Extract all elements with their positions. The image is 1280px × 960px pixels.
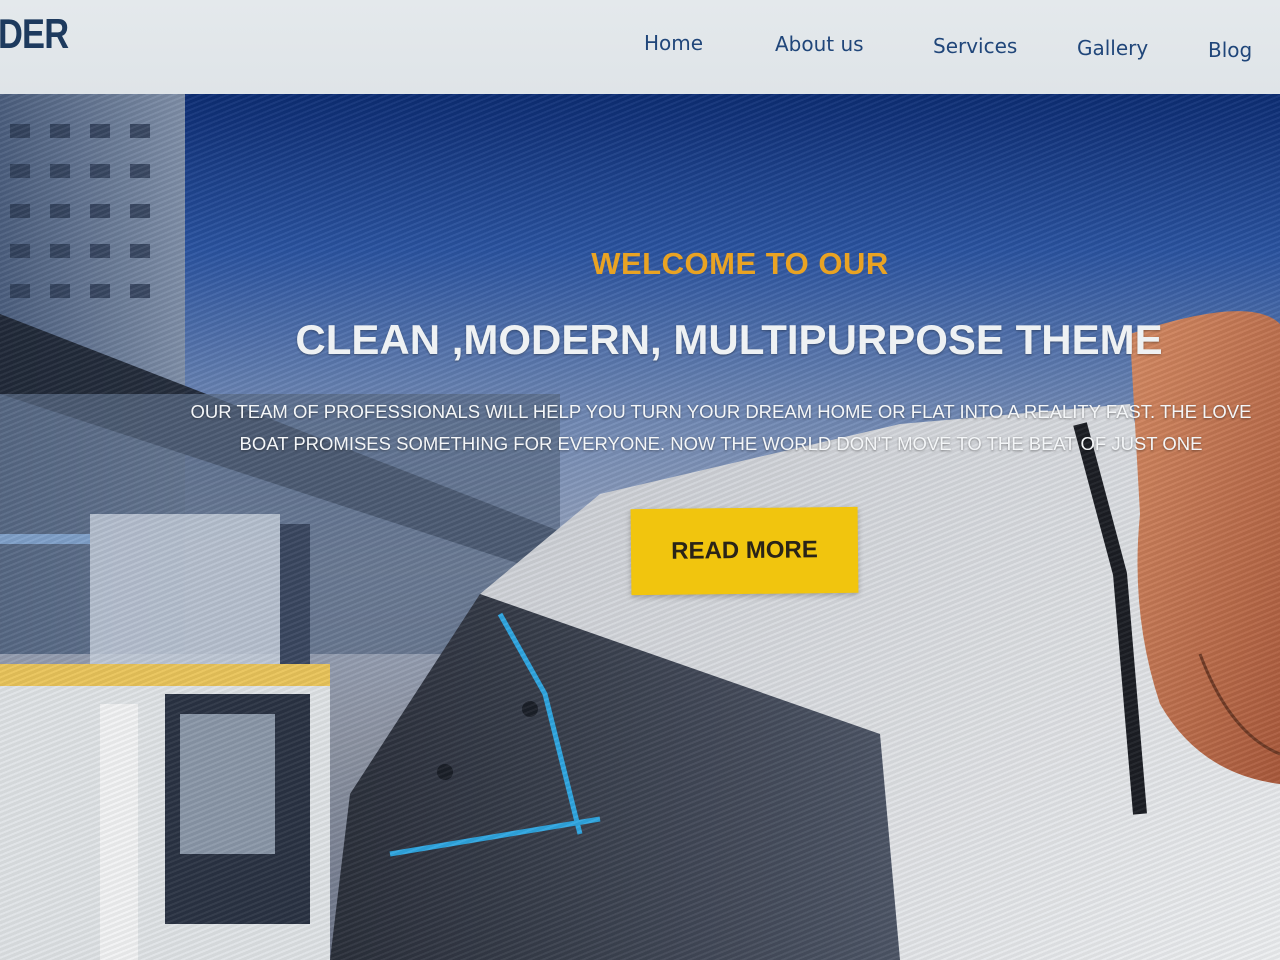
hero-banner: WELCOME TO OUR CLEAN ,MODERN, MULTIPURPO…	[0, 94, 1280, 960]
site-header: DER Home About us Services Gallery Blog	[0, 0, 1280, 94]
hero-headline: CLEAN ,MODERN, MULTIPURPOSE THEME	[295, 316, 1163, 363]
read-more-button[interactable]: READ MORE	[630, 506, 859, 596]
hero-eyebrow: WELCOME TO OUR	[591, 246, 889, 281]
nav-gallery[interactable]: Gallery	[1077, 36, 1148, 60]
nav-services[interactable]: Services	[933, 34, 1017, 58]
nav-about-us[interactable]: About us	[775, 32, 864, 56]
site-logo[interactable]: DER	[0, 10, 69, 58]
hero-subtext: OUR TEAM OF PROFESSIONALS WILL HELP YOU …	[190, 401, 1252, 454]
nav-home[interactable]: Home	[644, 31, 703, 55]
nav-blog[interactable]: Blog	[1208, 38, 1252, 62]
